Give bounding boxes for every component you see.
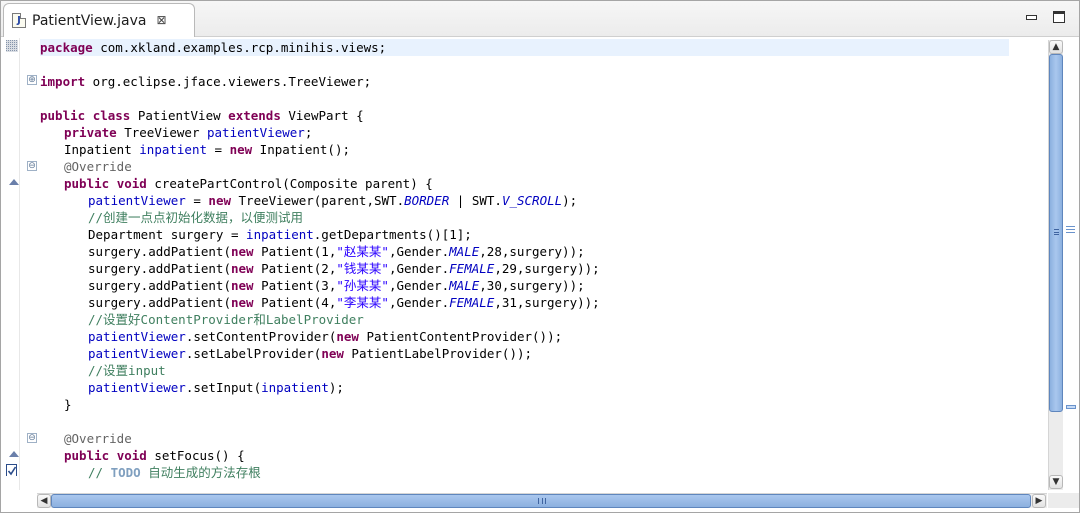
overview-marker[interactable] bbox=[1066, 405, 1076, 409]
close-icon[interactable]: ⊠ bbox=[155, 14, 167, 27]
code-line: private TreeViewer patientViewer; bbox=[64, 125, 313, 140]
maximize-icon[interactable] bbox=[1053, 11, 1065, 23]
horizontal-scroll-thumb[interactable] bbox=[51, 494, 1031, 508]
code-line: patientViewer.setContentProvider(new Pat… bbox=[88, 329, 563, 344]
task-marker-icon[interactable] bbox=[6, 464, 18, 476]
scroll-up-button[interactable]: ▲ bbox=[1049, 40, 1063, 54]
horizontal-scrollbar[interactable]: ◀ ▶ bbox=[37, 493, 1047, 508]
scroll-right-button[interactable]: ▶ bbox=[1032, 494, 1046, 508]
code-line: Inpatient inpatient = new Inpatient(); bbox=[64, 142, 350, 157]
code-line: public void setFocus() { bbox=[64, 448, 245, 463]
code-line: } bbox=[64, 397, 72, 412]
code-line: // TODO 自动生成的方法存根 bbox=[88, 465, 261, 480]
overview-ruler[interactable] bbox=[1064, 40, 1079, 490]
override-marker-icon[interactable] bbox=[9, 451, 19, 457]
code-editor[interactable]: ⊕ ⊖ ⊖ package com.xkland.examples.rcp.mi… bbox=[3, 38, 1048, 490]
code-line: patientViewer.setInput(inpatient); bbox=[88, 380, 344, 395]
vertical-scroll-thumb[interactable] bbox=[1049, 54, 1063, 412]
code-line: public class PatientView extends ViewPar… bbox=[40, 108, 364, 123]
tab-patientview-java[interactable]: J PatientView.java ⊠ bbox=[3, 3, 195, 37]
java-file-icon: J bbox=[12, 13, 26, 28]
vertical-scrollbar[interactable]: ▲ ▼ bbox=[1048, 40, 1063, 490]
fold-collapse-icon[interactable]: ⊖ bbox=[27, 161, 37, 171]
scroll-down-button[interactable]: ▼ bbox=[1049, 475, 1063, 489]
code-line: //设置好ContentProvider和LabelProvider bbox=[88, 312, 364, 327]
editor-tab-bar: J PatientView.java ⊠ bbox=[1, 1, 1079, 37]
overview-grip-icon bbox=[1066, 226, 1075, 233]
code-line: package com.xkland.examples.rcp.minihis.… bbox=[40, 39, 1009, 56]
code-line: @Override bbox=[64, 431, 132, 446]
code-line: patientViewer.setLabelProvider(new Patie… bbox=[88, 346, 533, 361]
code-line: surgery.addPatient(new Patient(1,"赵某某",G… bbox=[88, 244, 585, 259]
scroll-left-button[interactable]: ◀ bbox=[37, 494, 51, 508]
annotation-ruler[interactable] bbox=[3, 38, 20, 490]
code-line: patientViewer = new TreeViewer(parent,SW… bbox=[88, 193, 578, 208]
code-line: surgery.addPatient(new Patient(3,"孙某某",G… bbox=[88, 278, 585, 293]
scrollbar-corner bbox=[1048, 493, 1079, 508]
code-line: surgery.addPatient(new Patient(4,"李某某",G… bbox=[88, 295, 600, 310]
code-line: public void createPartControl(Composite … bbox=[64, 176, 433, 191]
code-line: //创建一点点初始化数据，以便测试用 bbox=[88, 210, 304, 225]
grip-icon bbox=[1054, 229, 1059, 235]
code-line: @Override bbox=[64, 159, 132, 174]
override-marker-icon[interactable] bbox=[9, 179, 19, 185]
code-line: surgery.addPatient(new Patient(2,"钱某某",G… bbox=[88, 261, 600, 276]
fold-collapse-icon[interactable]: ⊖ bbox=[27, 433, 37, 443]
editor-window: J PatientView.java ⊠ ⊕ ⊖ ⊖ package com.x… bbox=[0, 0, 1080, 513]
minimize-icon[interactable] bbox=[1025, 11, 1037, 23]
code-line: //设置input bbox=[88, 363, 166, 378]
grip-icon bbox=[538, 498, 546, 504]
code-text-area[interactable]: package com.xkland.examples.rcp.minihis.… bbox=[40, 38, 1046, 490]
code-line: import org.eclipse.jface.viewers.TreeVie… bbox=[40, 74, 372, 89]
fold-expand-icon[interactable]: ⊕ bbox=[27, 75, 37, 85]
code-line: Department surgery = inpatient.getDepart… bbox=[88, 227, 472, 242]
tab-title: PatientView.java bbox=[32, 12, 147, 29]
ruler-highlight-icon bbox=[6, 40, 18, 52]
